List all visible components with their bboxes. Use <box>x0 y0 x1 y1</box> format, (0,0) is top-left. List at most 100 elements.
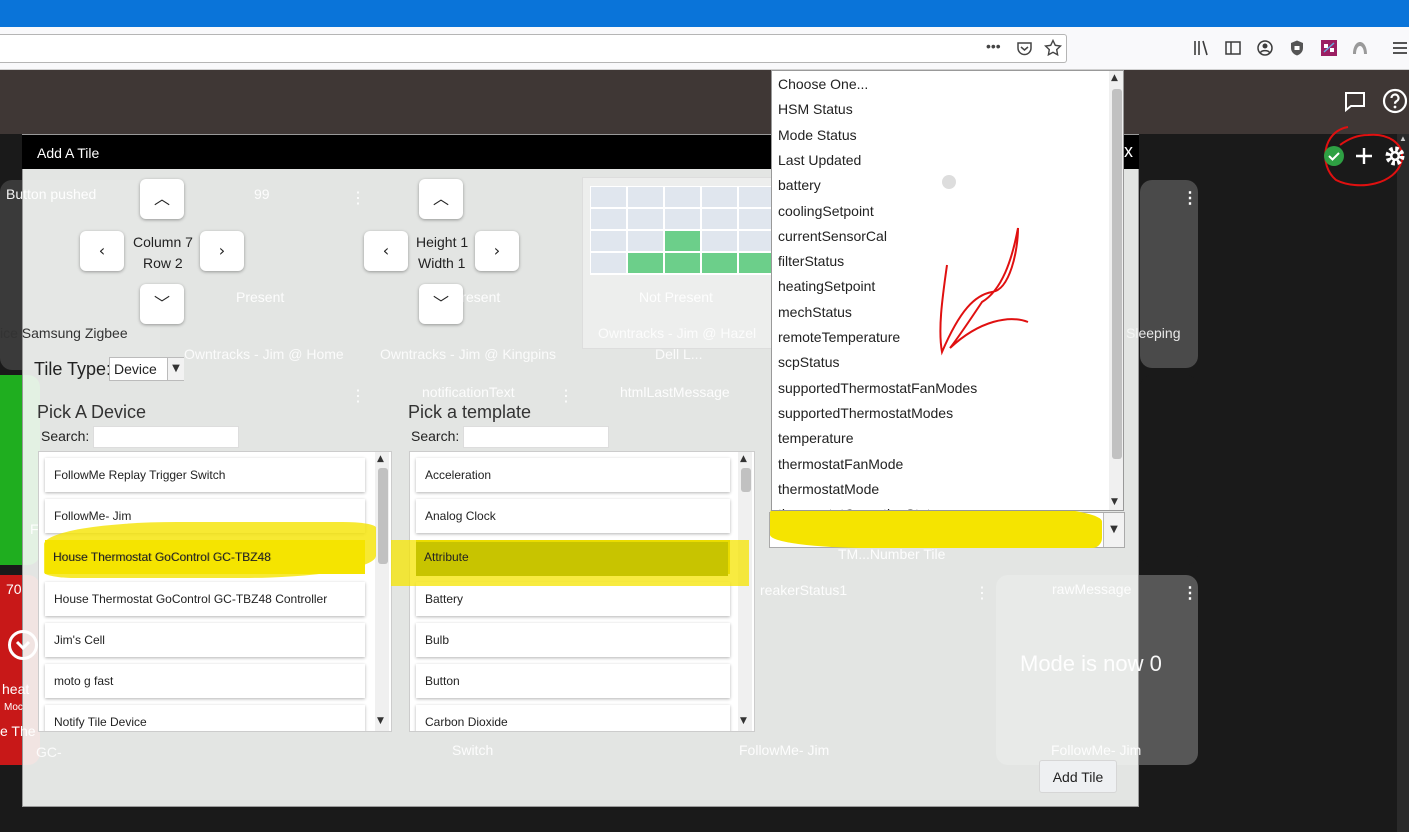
scroll-down-arrow-icon[interactable]: ▼ <box>377 716 384 726</box>
dropdown-option[interactable]: filterStatus <box>778 253 844 269</box>
check-icon[interactable] <box>1324 146 1344 166</box>
template-search-input[interactable] <box>463 426 609 448</box>
scroll-up-arrow-icon[interactable]: ▲ <box>740 454 747 464</box>
width-right-button[interactable]: › <box>475 231 519 271</box>
list-item[interactable]: Button <box>416 664 730 698</box>
scrollbar-thumb[interactable] <box>378 468 388 564</box>
scroll-down-arrow-icon[interactable]: ▼ <box>1111 497 1118 507</box>
tile-menu-icon[interactable]: ⋮ <box>350 188 366 208</box>
extension-icon[interactable] <box>1320 39 1338 57</box>
tile-empty <box>1140 375 1198 565</box>
list-item[interactable]: FollowMe Replay Trigger Switch <box>45 458 365 492</box>
scrollbar-thumb[interactable] <box>741 468 751 492</box>
close-button[interactable]: x <box>1124 141 1133 162</box>
list-item[interactable]: Analog Clock <box>416 499 730 533</box>
tile-type-select[interactable]: Device ▼ <box>109 357 184 381</box>
list-item[interactable]: Carbon Dioxide <box>416 705 730 731</box>
dropdown-option[interactable]: remoteTemperature <box>778 329 900 345</box>
dropdown-option[interactable]: supportedThermostatFanModes <box>778 380 977 396</box>
scroll-up-arrow-icon[interactable]: ▲ <box>1111 73 1118 83</box>
tile-menu-icon[interactable]: ⋮ <box>1182 583 1198 603</box>
menu-icon[interactable] <box>1392 39 1408 57</box>
height-up-button[interactable]: ︿ <box>419 179 463 219</box>
list-item[interactable]: Bulb <box>416 623 730 657</box>
shield-icon[interactable] <box>1288 39 1306 57</box>
list-item[interactable]: Jim's Cell <box>45 623 365 657</box>
dropdown-option[interactable]: mechStatus <box>778 304 852 320</box>
bg-tile-text: notificationText <box>422 384 515 400</box>
list-item[interactable]: Battery <box>416 582 730 616</box>
list-item[interactable]: Notify Tile Device <box>45 705 365 731</box>
device-search-input[interactable] <box>93 426 239 448</box>
account-icon[interactable] <box>1256 39 1274 57</box>
dropdown-option[interactable]: Last Updated <box>778 152 861 168</box>
bg-tile-text: Owntracks - Jim @ Home <box>184 346 344 362</box>
chevron-down-icon[interactable]: ▼ <box>1103 513 1124 547</box>
height-label: Height 1 <box>416 234 469 250</box>
star-icon[interactable] <box>1044 39 1062 57</box>
sidebar-icon[interactable] <box>1224 39 1242 57</box>
column-left-button[interactable]: ‹ <box>80 231 124 271</box>
template-list[interactable]: Acceleration Analog Clock Attribute Batt… <box>409 451 755 732</box>
device-list[interactable]: FollowMe Replay Trigger Switch FollowMe-… <box>38 451 392 732</box>
list-item[interactable]: Acceleration <box>416 458 730 492</box>
row-down-button[interactable]: ﹀ <box>140 284 184 324</box>
bg-tile-text: 70 <box>6 581 22 597</box>
dropdown-option[interactable]: supportedThermostatModes <box>778 405 953 421</box>
bg-tile-text: Button pushed <box>6 186 97 202</box>
template-search-label: Search: <box>411 428 460 444</box>
dropdown-option[interactable]: thermostatFanMode <box>778 456 903 472</box>
chevron-down-icon[interactable]: ▼ <box>167 358 184 380</box>
row-up-button[interactable]: ︿ <box>140 179 184 219</box>
dropdown-option[interactable]: thermostatMode <box>778 481 879 497</box>
gear-icon[interactable] <box>1383 144 1407 168</box>
width-left-button[interactable]: ‹ <box>364 231 408 271</box>
bg-tile-text: Present <box>236 289 285 305</box>
bg-tile-text: FollowMe- Jim <box>1051 742 1142 758</box>
position-grid-preview <box>582 177 776 349</box>
bg-tile-text: e The <box>0 723 36 739</box>
dropdown-option[interactable]: battery <box>778 177 821 193</box>
list-item[interactable]: House Thermostat GoControl GC-TBZ48 Cont… <box>45 582 365 616</box>
extension2-icon[interactable] <box>1351 39 1369 57</box>
bg-tile-text: reakerStatus1 <box>760 582 848 598</box>
bg-tile-text: TM...Number Tile <box>838 546 946 562</box>
chat-icon[interactable] <box>1343 90 1367 114</box>
chevron-circle-icon <box>8 630 38 660</box>
bg-tile-text: rawMessage <box>1052 581 1132 597</box>
dropdown-option[interactable]: Choose One... <box>778 76 868 92</box>
dropdown-option[interactable]: HSM Status <box>778 101 853 117</box>
library-icon[interactable] <box>1192 39 1210 57</box>
dropdown-option[interactable]: temperature <box>778 430 853 446</box>
url-bar[interactable]: ••• <box>0 34 1067 63</box>
dropdown-option[interactable]: scpStatus <box>778 354 839 370</box>
height-down-button[interactable]: ﹀ <box>419 284 463 324</box>
bg-tile-text: heat <box>2 681 30 697</box>
dropdown-scrollbar[interactable]: ▲ ▼ <box>1109 71 1123 510</box>
dropdown-option[interactable]: coolingSetpoint <box>778 203 874 219</box>
device-heading: Pick A Device <box>37 402 147 422</box>
pocket-icon[interactable] <box>1016 40 1033 57</box>
scrollbar-thumb[interactable] <box>1112 89 1122 459</box>
page-scrollbar[interactable]: ▲ <box>1397 134 1409 832</box>
list-item[interactable]: moto g fast <box>45 664 365 698</box>
dropdown-option[interactable]: heatingSetpoint <box>778 278 875 294</box>
template-list-scrollbar[interactable]: ▲ ▼ <box>738 452 752 731</box>
dropdown-option[interactable]: thermostatOperatingState <box>778 506 938 510</box>
plus-icon[interactable] <box>1354 146 1374 166</box>
device-search-label: Search: <box>41 428 90 444</box>
device-list-scrollbar[interactable]: ▲ ▼ <box>375 452 389 731</box>
scroll-up-arrow-icon[interactable]: ▲ <box>377 454 384 464</box>
column-right-button[interactable]: › <box>200 231 244 271</box>
tile-menu-icon[interactable]: ⋮ <box>974 583 990 603</box>
tile-menu-icon[interactable]: ⋮ <box>1182 188 1198 208</box>
help-icon[interactable] <box>1382 88 1408 114</box>
dropdown-option[interactable]: Mode Status <box>778 127 857 143</box>
dropdown-option[interactable]: currentSensorCal <box>778 228 887 244</box>
tile-menu-icon[interactable]: ⋮ <box>558 386 574 406</box>
tile-menu-icon[interactable]: ⋮ <box>350 386 366 406</box>
bg-tile-text: ice Samsung Zigbee <box>0 325 128 341</box>
add-tile-button[interactable]: Add Tile <box>1039 760 1117 793</box>
scroll-down-arrow-icon[interactable]: ▼ <box>740 716 747 726</box>
page-actions-menu-icon[interactable]: ••• <box>986 38 1001 54</box>
